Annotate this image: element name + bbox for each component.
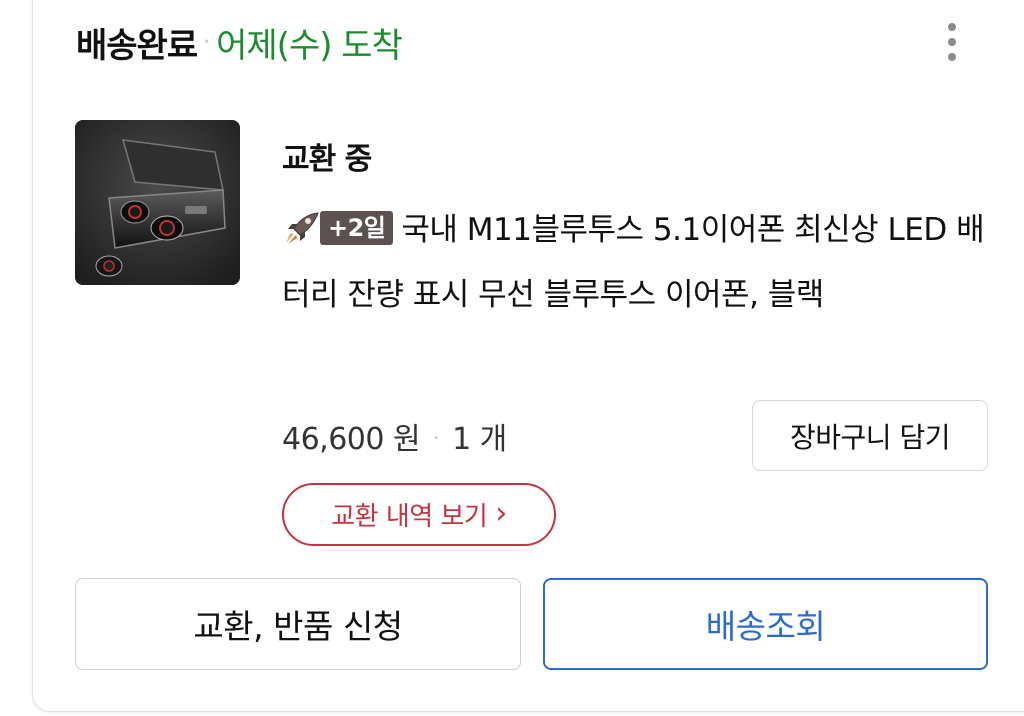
product-price: 46,600 원 (282, 422, 421, 457)
more-vertical-icon (948, 23, 956, 31)
earbuds-image (75, 120, 240, 285)
header-separator: · (203, 29, 211, 55)
add-to-cart-button[interactable]: 장바구니 담기 (752, 400, 988, 471)
arrival-date: 어제(수) 도착 (216, 25, 403, 66)
delivery-status: 배송완료 (76, 25, 198, 66)
rocket-icon (286, 212, 319, 244)
exchange-history-label: 교환 내역 보기 (331, 502, 488, 532)
return-request-button[interactable]: 교환, 반품 신청 (75, 578, 521, 670)
more-options-button[interactable] (936, 18, 968, 66)
exchange-history-button[interactable]: 교환 내역 보기 › (282, 483, 556, 546)
product-title-block[interactable]: +2일 국내 M11블루투스 5.1이어폰 최신상 LED 배터리 잔량 표시 무… (282, 198, 987, 328)
exchange-status: 교환 중 (282, 142, 372, 177)
price-line: 46,600 원 · 1 개 (282, 414, 507, 458)
product-thumbnail[interactable] (75, 120, 240, 285)
order-header: 배송완료 · 어제(수) 도착 (76, 14, 403, 70)
track-delivery-button[interactable]: 배송조회 (543, 578, 988, 670)
chevron-right-icon: › (495, 495, 507, 531)
delivery-badge: +2일 (320, 211, 394, 245)
product-quantity: 1 개 (452, 422, 507, 457)
price-separator: · (433, 426, 440, 450)
